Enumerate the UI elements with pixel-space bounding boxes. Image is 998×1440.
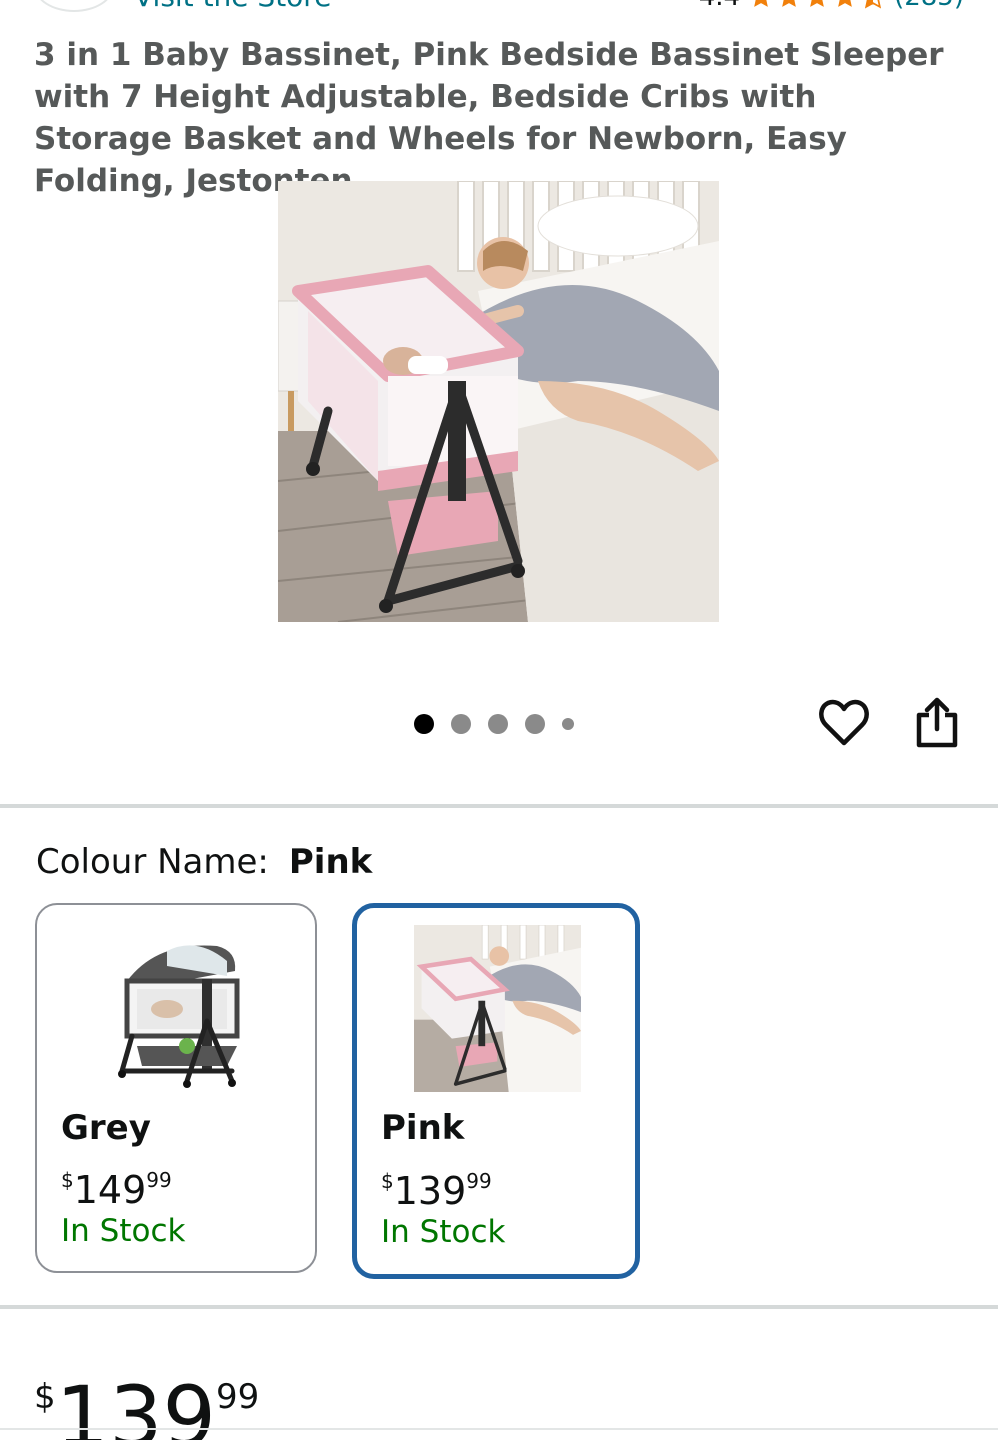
- share-icon: [916, 697, 958, 748]
- selected-colour: Pink: [288, 842, 373, 882]
- variant-price: $14999: [61, 1158, 172, 1212]
- carousel-dot-1[interactable]: [414, 714, 434, 734]
- wishlist-button[interactable]: [818, 699, 870, 747]
- variant-name: Pink: [381, 1108, 465, 1148]
- store-logo[interactable]: [34, 0, 114, 12]
- store-row: Visit the Store 4.4 (285): [0, 0, 998, 14]
- price-fraction: 99: [146, 1168, 172, 1192]
- product-title: 3 in 1 Baby Bassinet, Pink Bedside Bassi…: [34, 37, 944, 199]
- star-icon: [810, 0, 824, 7]
- pink-bassinet-image: [414, 925, 581, 1092]
- variant-pink-thumbnail: [414, 925, 581, 1092]
- currency-symbol: $: [61, 1168, 74, 1192]
- product-main-image[interactable]: [278, 181, 719, 622]
- rating-count: (285): [894, 0, 964, 12]
- half-star-icon: [865, 0, 882, 9]
- price-fraction: 99: [215, 1377, 260, 1417]
- bottom-divider: [0, 1428, 998, 1440]
- carousel-dot-5[interactable]: [562, 718, 574, 730]
- variant-price: $13999: [381, 1159, 492, 1213]
- rating-summary[interactable]: 4.4 (285): [699, 0, 964, 12]
- carousel-dot-3[interactable]: [488, 714, 508, 734]
- price-currency: $: [34, 1377, 56, 1417]
- image-carousel-dots[interactable]: [414, 713, 574, 735]
- variant-name: Grey: [61, 1108, 151, 1148]
- product-price: $13999: [34, 1352, 259, 1440]
- price-whole: 149: [73, 1168, 147, 1212]
- bassinet-photo: [278, 181, 719, 622]
- star-rating: [748, 0, 886, 10]
- star-icon: [838, 0, 852, 7]
- price-whole: 139: [393, 1169, 467, 1213]
- stock-status: In Stock: [381, 1214, 506, 1250]
- carousel-dot-2[interactable]: [451, 714, 471, 734]
- colour-label-text: Colour Name:: [36, 842, 269, 882]
- stock-status: In Stock: [61, 1213, 186, 1249]
- grey-bassinet-image: [107, 921, 277, 1091]
- share-button[interactable]: [914, 697, 960, 749]
- heart-icon: [819, 699, 869, 746]
- section-divider: [0, 1305, 998, 1309]
- star-icon: [754, 0, 768, 7]
- variant-grey-thumbnail: [107, 921, 277, 1091]
- price-fraction: 99: [466, 1169, 492, 1193]
- colour-name-label: Colour Name: Pink: [36, 840, 372, 884]
- section-divider: [0, 804, 998, 808]
- rating-value: 4.4: [699, 0, 740, 12]
- variant-pink[interactable]: Pink $13999 In Stock: [352, 903, 640, 1279]
- currency-symbol: $: [381, 1169, 394, 1193]
- star-icon: [782, 0, 796, 7]
- variant-grey[interactable]: Grey $14999 In Stock: [35, 903, 317, 1273]
- carousel-dot-4[interactable]: [525, 714, 545, 734]
- visit-store-link[interactable]: Visit the Store: [134, 0, 331, 12]
